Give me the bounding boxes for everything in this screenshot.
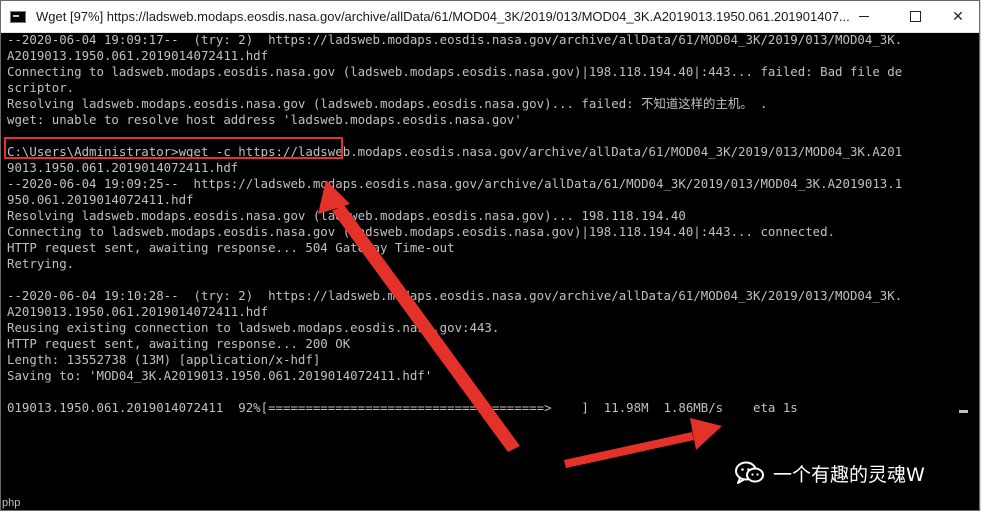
php-logo: php (2, 497, 21, 509)
watermark: 一个有趣的灵魂W (735, 455, 925, 491)
annotation-layer (318, 180, 722, 468)
arrow-to-command (318, 180, 520, 452)
arrow-to-progress (564, 418, 722, 468)
arrow-shaft (564, 432, 694, 468)
arrow-shaft (332, 205, 520, 452)
wechat-icon (735, 461, 765, 485)
arrow-head (690, 418, 722, 450)
watermark-text: 一个有趣的灵魂W (773, 463, 925, 486)
